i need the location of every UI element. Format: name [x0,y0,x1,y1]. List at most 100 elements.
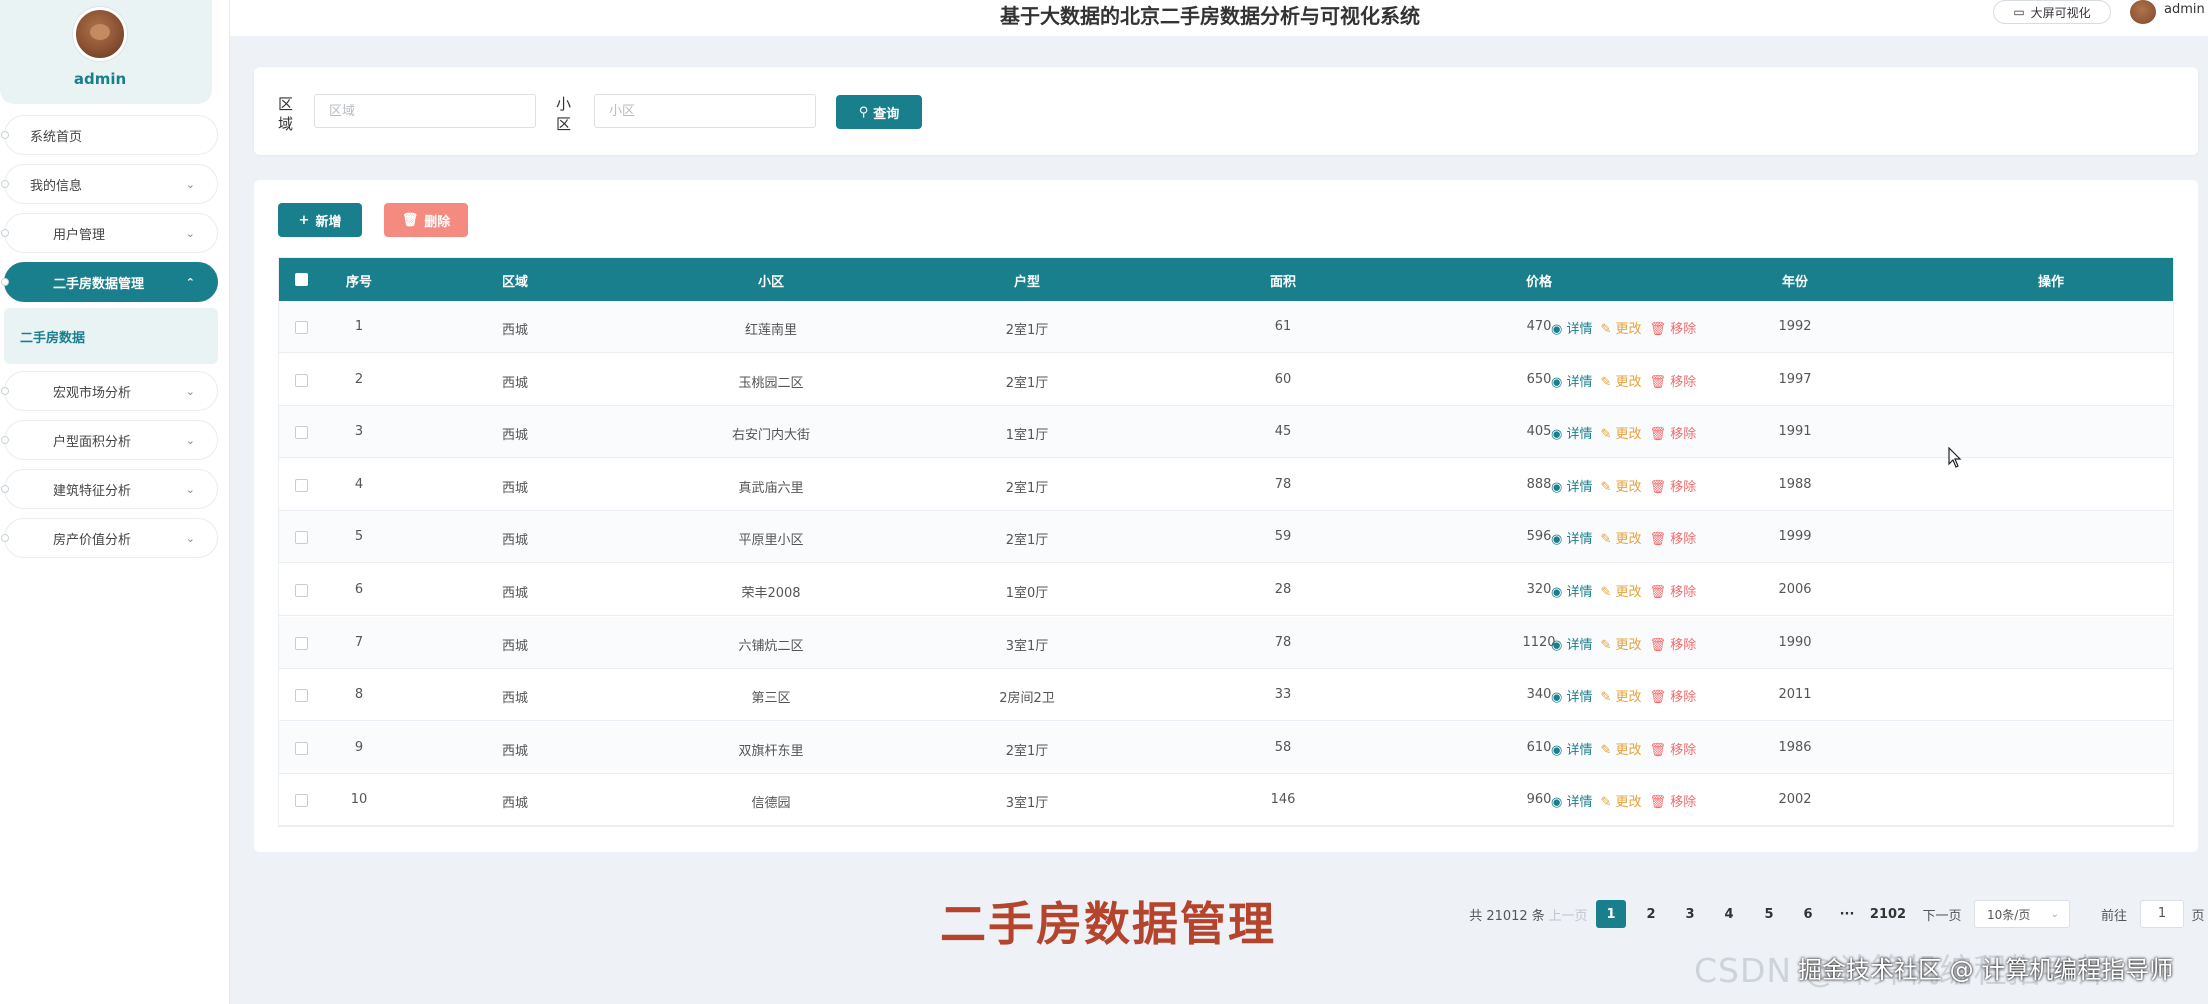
sidebar-item-building-features[interactable]: 建筑特征分析 ⌄ [1,469,218,509]
table-cell: 3室1厅 [1005,796,1049,812]
remove-button[interactable]: 🗑 移除 [1650,318,1697,337]
bigscreen-button[interactable]: ▭ 大屏可视化 [1993,0,2111,24]
table-cell: 1990 [1778,634,1812,650]
pencil-icon: ✎ [1600,795,1616,811]
table-cell: 470 [1526,319,1552,334]
page-5-button[interactable]: 5 [1754,900,1784,928]
row-checkbox[interactable] [295,531,308,545]
community-input[interactable] [594,94,816,128]
row-checkbox[interactable] [295,321,308,334]
detail-button[interactable]: ◉ 详情 [1551,739,1593,758]
header-avatar[interactable] [2130,0,2156,24]
table-cell: 2室1厅 [1005,323,1049,338]
row-actions: ◉ 详情 ✎ 更改 🗑 移除 [1551,371,1696,390]
table-cell: 960 [1526,792,1552,808]
page-6-button[interactable]: 6 [1793,900,1823,928]
row-actions: ◉ 详情 ✎ 更改 🗑 移除 [1551,318,1696,337]
edit-button[interactable]: ✎ 更改 [1601,528,1642,547]
sidebar-subitem-house-data[interactable]: 二手房数据 [4,308,218,364]
detail-button[interactable]: ◉ 详情 [1551,476,1593,495]
remove-button[interactable]: 🗑 移除 [1650,371,1697,390]
detail-button[interactable]: ◉ 详情 [1551,581,1593,600]
next-page-button[interactable]: 下一页 [1920,900,1964,928]
search-button[interactable]: ⚲ 查询 [836,95,922,129]
remove-button[interactable]: 🗑 移除 [1650,686,1697,705]
row-checkbox[interactable] [295,741,308,755]
select-all-checkbox[interactable] [295,273,308,286]
edit-button[interactable]: ✎ 更改 [1601,423,1642,442]
page-title: 基于大数据的北京二手房数据分析与可视化系统 [1000,4,1420,28]
column-header[interactable]: 户型 [1014,271,1040,290]
remove-button[interactable]: 🗑 移除 [1650,634,1697,653]
district-input[interactable] [314,94,536,128]
edit-button[interactable]: ✎ 更改 [1601,739,1642,758]
detail-button[interactable]: ◉ 详情 [1551,634,1593,653]
edit-button[interactable]: ✎ 更改 [1601,371,1642,390]
column-header[interactable]: 年份 [1782,271,1808,290]
sidebar-item-user-management[interactable]: 用户管理 ⌄ [1,213,218,253]
sidebar-item-my-info[interactable]: 我的信息 ⌄ [1,164,218,204]
sidebar-item-macro-market[interactable]: 宏观市场分析 ⌄ [1,371,218,411]
row-checkbox[interactable] [295,426,308,440]
column-header[interactable]: 小区 [758,271,784,290]
table-cell: 1986 [1778,739,1812,755]
delete-button[interactable]: 🗑 删除 [384,203,468,237]
remove-button[interactable]: 🗑 移除 [1650,476,1697,495]
remove-button[interactable]: 🗑 移除 [1650,528,1697,547]
remove-button[interactable]: 🗑 移除 [1650,423,1697,442]
pencil-icon: ✎ [1600,637,1616,653]
detail-button[interactable]: ◉ 详情 [1551,686,1593,705]
column-header[interactable]: 面积 [1270,271,1296,290]
table-row: 9 西城 双旗杆东里 2室1厅 58 610 1986 ◉ 详情 ✎ 更改 🗑 移除 [279,721,2173,774]
edit-button[interactable]: ✎ 更改 [1601,476,1642,495]
menu-dot-icon [1,534,9,542]
page-ellipsis[interactable]: ··· [1832,900,1862,928]
column-header[interactable]: 价格 [1526,271,1552,290]
edit-button[interactable]: ✎ 更改 [1601,581,1642,600]
row-checkbox[interactable] [295,373,308,387]
detail-button[interactable]: ◉ 详情 [1551,423,1593,442]
header-username[interactable]: admin [2164,2,2205,17]
trash-icon: 🗑 [1649,374,1671,390]
edit-button[interactable]: ✎ 更改 [1601,791,1642,810]
row-checkbox[interactable] [295,794,308,808]
eye-icon: ◉ [1551,795,1567,811]
page-4-button[interactable]: 4 [1714,900,1744,928]
detail-button[interactable]: ◉ 详情 [1551,318,1593,337]
table-cell: 320 [1526,582,1552,597]
table-cell: 荣丰2008 [741,586,801,601]
table-cell: 2室1厅 [1005,480,1049,496]
column-header[interactable]: 区域 [502,271,528,290]
row-checkbox[interactable] [295,584,308,597]
goto-page-input[interactable]: 1 [2140,900,2184,928]
row-checkbox[interactable] [295,689,308,703]
remove-button[interactable]: 🗑 移除 [1650,581,1697,600]
detail-button[interactable]: ◉ 详情 [1551,791,1593,810]
avatar[interactable] [73,7,127,61]
sidebar-item-home[interactable]: 系统首页 [1,115,218,155]
remove-button[interactable]: 🗑 移除 [1650,739,1697,758]
page-2-button[interactable]: 2 [1636,900,1666,928]
row-checkbox[interactable] [295,478,308,492]
remove-label: 移除 [1670,637,1697,653]
detail-button[interactable]: ◉ 详情 [1551,371,1593,390]
page-1-button[interactable]: 1 [1596,900,1626,928]
page-size-select[interactable]: 10条/页 ⌄ [1974,900,2070,928]
column-header[interactable]: 序号 [346,271,372,290]
edit-button[interactable]: ✎ 更改 [1601,318,1642,337]
eye-icon: ◉ [1551,585,1567,600]
sidebar-item-property-value[interactable]: 房产价值分析 ⌄ [1,518,218,558]
add-button[interactable]: + 新增 [278,203,362,237]
prev-page-button[interactable]: 上一页 [1546,900,1590,928]
detail-button[interactable]: ◉ 详情 [1551,528,1593,547]
remove-button[interactable]: 🗑 移除 [1650,791,1697,810]
district-label: 区域 [278,95,294,133]
row-checkbox[interactable] [295,636,308,650]
page-3-button[interactable]: 3 [1675,900,1705,928]
edit-button[interactable]: ✎ 更改 [1601,634,1642,653]
sidebar-item-house-data-management[interactable]: 二手房数据管理 ⌃ [1,262,218,302]
page-last-button[interactable]: 2102 [1866,900,1910,928]
sidebar-item-layout-area[interactable]: 户型面积分析 ⌄ [1,420,218,460]
chevron-down-icon: ⌄ [2050,908,2059,920]
edit-button[interactable]: ✎ 更改 [1601,686,1642,705]
